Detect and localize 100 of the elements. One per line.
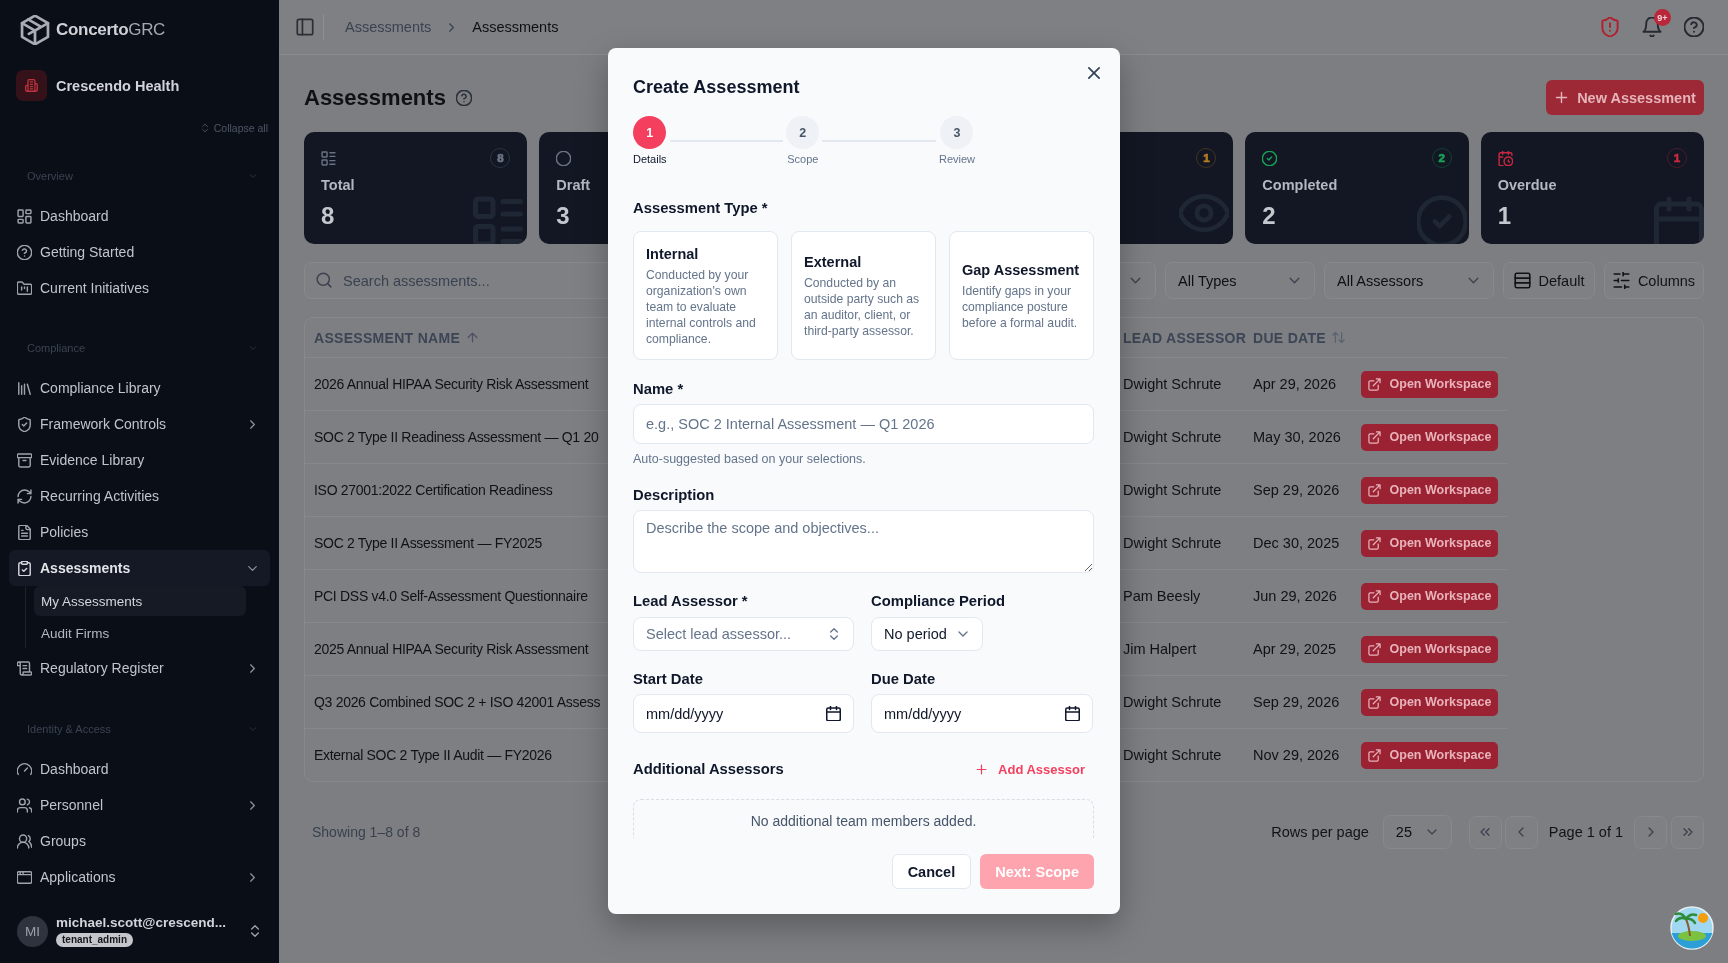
last-page-button[interactable]	[1671, 815, 1704, 849]
breadcrumb-link[interactable]: Assessments	[345, 19, 432, 35]
field-label: Start Date	[633, 670, 704, 688]
external-link-icon	[1367, 377, 1381, 391]
chevrons-up-down-icon	[827, 627, 841, 641]
step-number: 3	[940, 116, 974, 149]
assessor-cell: Dwight Schrute	[1123, 482, 1222, 498]
arrow-up-icon	[466, 331, 480, 344]
open-workspace-button[interactable]: Open Workspace	[1361, 582, 1498, 610]
close-button[interactable]	[1085, 64, 1103, 82]
sidebar-item[interactable]: Getting Started	[9, 234, 270, 270]
add-assessor-button[interactable]: Add Assessor	[975, 761, 1085, 777]
sidebar-item[interactable]: Dashboard	[9, 198, 270, 234]
lead-assessor-select[interactable]: Select lead assessor...	[633, 617, 854, 651]
building-icon	[16, 70, 47, 101]
empty-state: No additional team members added.	[633, 799, 1094, 838]
section-title: Additional Assessors	[633, 761, 784, 777]
type-option[interactable]: Gap Assessment Identify gaps in your compliance posture before a formal audit.	[949, 231, 1094, 360]
books-icon	[17, 380, 32, 396]
page-indicator: Page 1 of 1	[1548, 824, 1623, 840]
stat-value: 1	[1497, 202, 1511, 230]
date-input[interactable]: mm/dd/yyyy	[633, 694, 854, 733]
open-workspace-button[interactable]: Open Workspace	[1361, 688, 1498, 716]
field-label: Name *	[633, 380, 685, 398]
cancel-button[interactable]: Cancel	[891, 854, 972, 889]
hexagon-logo-icon	[20, 15, 50, 45]
rows-per-page-label: Rows per page	[1271, 824, 1369, 840]
stat-value: 3	[556, 202, 570, 230]
date-cell: May 30, 2026	[1253, 429, 1341, 445]
rows-per-page-select[interactable]: 25	[1382, 815, 1452, 849]
open-workspace-button[interactable]: Open Workspace	[1361, 370, 1498, 398]
type-option[interactable]: Internal Conducted by your organization's own team to evaluate internal controls and compliance.	[633, 231, 778, 360]
new-assessment-button[interactable]: New Assessment	[1546, 80, 1704, 115]
archive-icon	[17, 452, 32, 468]
sidebar-item[interactable]: Personnel	[9, 787, 270, 823]
arrow-up-down-icon	[1331, 331, 1345, 344]
plus-icon	[1554, 90, 1570, 105]
field-label: Compliance Period	[871, 592, 1007, 610]
open-workspace-button[interactable]: Open Workspace	[1361, 529, 1498, 557]
calendar-icon[interactable]	[1065, 706, 1080, 721]
external-link-icon	[1367, 589, 1381, 603]
sidebar-item[interactable]: Compliance Library	[9, 370, 270, 406]
columns-button[interactable]: Columns	[1604, 262, 1704, 299]
help-icon[interactable]	[1684, 17, 1704, 37]
field-label: Due Date	[871, 670, 937, 688]
sidebar-subitem[interactable]: My Assessments	[34, 586, 246, 616]
help-icon[interactable]	[455, 89, 472, 106]
filter-select[interactable]: All Types	[1165, 262, 1315, 299]
date-cell: Apr 29, 2025	[1253, 641, 1337, 657]
description-input[interactable]: Describe the scope and objectives...	[633, 510, 1094, 573]
sidebar-item[interactable]: Framework Controls	[9, 406, 270, 442]
close-icon	[1085, 64, 1103, 82]
sidebar-item[interactable]: Recurring Activities	[9, 478, 270, 514]
sidebar-item[interactable]: Policies	[9, 514, 270, 550]
date-cell: Nov 29, 2026	[1253, 747, 1340, 763]
type-option[interactable]: External Conducted by an outside party such as an auditor, client, or third-party assessor.	[791, 231, 936, 360]
palm-island-icon[interactable]	[1670, 906, 1714, 950]
sidebar-item[interactable]: Groups	[9, 823, 270, 859]
sidebar-item[interactable]: Regulatory Register	[9, 650, 270, 686]
name-cell: External SOC 2 Type II Audit — FY2026	[314, 747, 552, 763]
assessor-cell: Dwight Schrute	[1123, 376, 1222, 392]
chevrons-up-down-icon	[199, 123, 210, 133]
external-link-icon	[1367, 430, 1381, 444]
rows-icon	[1513, 272, 1531, 289]
sidebar-item[interactable]: Dashboard	[9, 751, 270, 787]
search-icon	[316, 272, 332, 288]
sidebar-item[interactable]: Evidence Library	[9, 442, 270, 478]
sidebar-item[interactable]: Assessments	[9, 550, 270, 586]
collapse-all-button[interactable]: Collapse all	[199, 121, 268, 135]
notification-badge: 9+	[1654, 9, 1671, 26]
name-input[interactable]: e.g., SOC 2 Internal Assessment — Q1 2026	[633, 404, 1094, 444]
open-workspace-button[interactable]: Open Workspace	[1361, 741, 1498, 769]
sidebar-subitem[interactable]: Audit Firms	[34, 618, 246, 648]
name-cell: SOC 2 Type II Readiness Assessment — Q1 20	[314, 429, 599, 445]
breadcrumb-current[interactable]: Assessments	[472, 19, 559, 35]
date-input[interactable]: mm/dd/yyyy	[871, 694, 1093, 733]
chevrons-up-down-icon[interactable]	[248, 924, 262, 938]
plus-icon	[975, 762, 989, 776]
stat-label: Completed	[1262, 177, 1338, 194]
view-button[interactable]: Default	[1503, 262, 1595, 299]
name-cell: Q3 2026 Combined SOC 2 + ISO 42001 Assess	[314, 694, 601, 710]
open-workspace-button[interactable]: Open Workspace	[1361, 476, 1498, 504]
open-workspace-button[interactable]: Open Workspace	[1361, 635, 1498, 663]
user-avatar: MI	[17, 915, 48, 947]
calendar-icon[interactable]	[826, 706, 841, 721]
sidebar-item[interactable]: Applications	[9, 859, 270, 895]
sidebar-item[interactable]: Current Initiatives	[9, 270, 270, 306]
first-page-button[interactable]	[1468, 815, 1502, 849]
refresh-icon	[17, 488, 32, 504]
calendar-icon	[1654, 194, 1704, 244]
clipboard-check-icon	[17, 560, 32, 576]
compliance-period-select[interactable]: No period	[871, 617, 983, 651]
chevrons-right-icon	[1680, 825, 1695, 839]
filter-select[interactable]: All Assessors	[1324, 262, 1494, 299]
document-icon	[17, 524, 32, 540]
user-email: michael.scott@crescend...	[56, 915, 227, 931]
open-workspace-button[interactable]: Open Workspace	[1361, 423, 1498, 451]
stat-label: Draft	[556, 177, 591, 194]
panel-icon[interactable]	[296, 18, 314, 36]
column-header: LEAD ASSESSOR	[1123, 329, 1247, 346]
